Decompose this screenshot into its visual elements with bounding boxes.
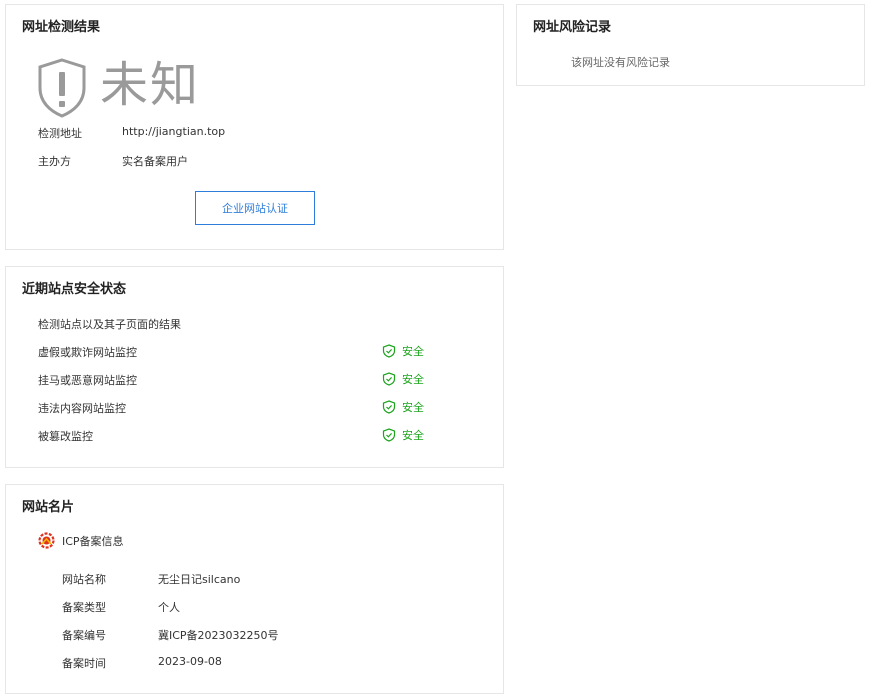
url-value: http://jiangtian.top [122,125,226,138]
icp-field-value: 个人 [158,601,180,614]
verdict-text: 未知 [100,57,201,113]
enterprise-cert-button[interactable]: 企业网站认证 [195,191,315,225]
security-status-card: 近期站点安全状态 检测站点以及其子页面的结果 虚假或欺诈网站监控 安全 挂马或恶… [5,266,504,468]
risk-empty-text: 该网址没有风险记录 [571,56,670,69]
icp-field-label: 备案类型 [62,601,106,614]
security-status-title: 近期站点安全状态 [22,282,127,297]
security-status-description: 检测站点以及其子页面的结果 [38,318,181,331]
icp-field-value: 无尘日记silcano [158,573,241,586]
icp-field-label: 备案编号 [62,629,106,642]
owner-value: 实名备案用户 [122,155,188,168]
status-badge: 安全 [382,343,424,359]
icp-header-label: ICP备案信息 [62,534,124,548]
status-badge: 安全 [382,399,424,415]
icp-badge-icon [38,532,55,549]
shield-check-icon [382,428,396,442]
icp-field-label: 备案时间 [62,657,106,670]
detection-result-card: 网址检测结果 未知 检测地址 http://jiangtian.top 主办方 … [5,4,504,250]
icp-field-value: 冀ICP备2023032250号 [158,629,279,642]
owner-label: 主办方 [38,155,71,168]
detection-result-title: 网址检测结果 [22,20,101,35]
status-badge-text: 安全 [402,429,424,442]
icp-field-value: 2023-09-08 [158,655,222,668]
status-row: 挂马或恶意网站监控 安全 [38,370,498,390]
icp-field-label: 网站名称 [62,573,106,586]
shield-check-icon [382,344,396,358]
status-row-name: 挂马或恶意网站监控 [38,374,137,387]
status-badge-text: 安全 [402,345,424,358]
shield-check-icon [382,400,396,414]
status-row: 违法内容网站监控 安全 [38,398,498,418]
url-label: 检测地址 [38,127,82,140]
risk-record-card: 网址风险记录 该网址没有风险记录 [516,4,865,86]
shield-check-icon [382,372,396,386]
status-row: 被篡改监控 安全 [38,426,498,446]
status-badge-text: 安全 [402,373,424,386]
site-namecard-title: 网站名片 [22,500,75,515]
status-badge-text: 安全 [402,401,424,414]
status-row-name: 虚假或欺诈网站监控 [38,346,137,359]
shield-exclamation-icon [38,58,86,118]
status-badge: 安全 [382,427,424,443]
status-row-name: 被篡改监控 [38,430,93,443]
status-row: 虚假或欺诈网站监控 安全 [38,342,498,362]
risk-record-title: 网址风险记录 [533,20,612,35]
status-row-name: 违法内容网站监控 [38,402,126,415]
status-badge: 安全 [382,371,424,387]
site-namecard-card: 网站名片 ICP备案信息 网站名称 无尘日记silcano 备案类型 个人 备案… [5,484,504,694]
icp-header: ICP备案信息 [38,532,124,549]
